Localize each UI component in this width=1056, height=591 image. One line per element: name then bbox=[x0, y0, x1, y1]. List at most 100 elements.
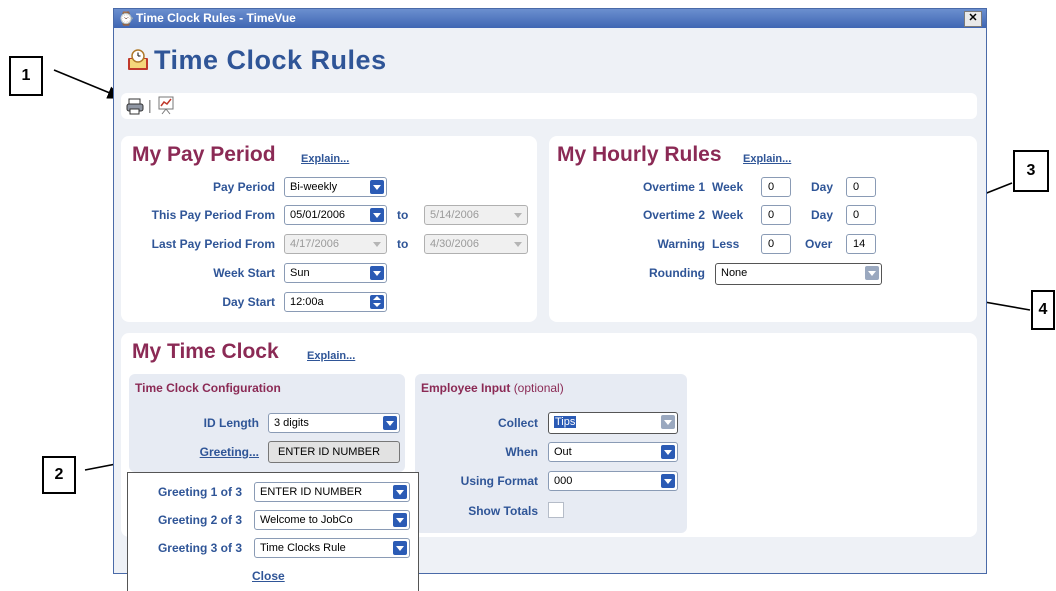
ot2-day-input[interactable]: 0 bbox=[846, 205, 876, 225]
greeting-2-value: Welcome to JobCo bbox=[260, 514, 353, 526]
id-length-value: 3 digits bbox=[274, 417, 309, 429]
rounding-select[interactable]: None bbox=[715, 263, 882, 285]
ot1-day-value: 0 bbox=[853, 181, 860, 193]
this-period-to-select: 5/14/2006 bbox=[424, 205, 528, 225]
ot1-day-label: Day bbox=[811, 180, 834, 194]
greeting-3-select[interactable]: Time Clocks Rule bbox=[254, 538, 410, 558]
chevron-down-icon[interactable] bbox=[370, 180, 384, 194]
id-length-select[interactable]: 3 digits bbox=[268, 413, 400, 433]
chevron-down-icon[interactable] bbox=[383, 416, 397, 430]
callout-4: 4 bbox=[1031, 290, 1055, 330]
when-label: When bbox=[505, 445, 538, 459]
window-title: Time Clock Rules - TimeVue bbox=[136, 11, 296, 25]
greeting-1-select[interactable]: ENTER ID NUMBER bbox=[254, 482, 410, 502]
employee-input-header: Employee Input (optional) bbox=[421, 381, 564, 395]
when-select[interactable]: Out bbox=[548, 442, 678, 462]
greeting-1-label: Greeting 1 of 3 bbox=[157, 485, 242, 499]
ot1-day-input[interactable]: 0 bbox=[846, 177, 876, 197]
greeting-popup: Greeting 1 of 3 ENTER ID NUMBER Greeting… bbox=[127, 472, 419, 591]
ot2-week-value: 0 bbox=[768, 209, 775, 221]
warning-label: Warning bbox=[657, 237, 705, 251]
day-start-value: 12:00a bbox=[290, 296, 324, 308]
chevron-down-icon[interactable] bbox=[393, 513, 407, 527]
day-start-label: Day Start bbox=[222, 295, 275, 309]
ot1-week-label: Week bbox=[712, 180, 744, 194]
spinner-arrows-icon[interactable] bbox=[370, 295, 384, 309]
week-start-label: Week Start bbox=[213, 266, 275, 280]
toolbar: | bbox=[121, 93, 977, 119]
id-length-label: ID Length bbox=[203, 416, 259, 430]
collect-select[interactable]: Tips bbox=[548, 412, 678, 434]
chevron-down-icon[interactable] bbox=[370, 266, 384, 280]
show-totals-checkbox[interactable] bbox=[548, 502, 564, 518]
overtime-1-label: Overtime 1 bbox=[642, 180, 705, 194]
show-totals-label: Show Totals bbox=[468, 504, 538, 518]
pay-period-label: Pay Period bbox=[212, 180, 275, 194]
pay-period-select[interactable]: Bi-weekly bbox=[284, 177, 387, 197]
pay-period-value: Bi-weekly bbox=[290, 181, 338, 193]
chevron-down-icon[interactable] bbox=[661, 474, 675, 488]
ot2-week-label: Week bbox=[712, 208, 744, 222]
using-format-value: 000 bbox=[554, 475, 573, 487]
ot2-week-input[interactable]: 0 bbox=[761, 205, 791, 225]
time-clock-explain-link[interactable]: Explain... bbox=[307, 350, 355, 362]
chevron-down-icon bbox=[370, 237, 384, 251]
chevron-down-icon bbox=[511, 237, 525, 251]
hourly-rules-title: My Hourly Rules bbox=[557, 143, 722, 166]
hourly-rules-panel: My Hourly Rules Explain... Overtime 1 We… bbox=[549, 136, 977, 322]
chevron-down-icon[interactable] bbox=[393, 485, 407, 499]
callout-1: 1 bbox=[9, 56, 43, 96]
week-start-value: Sun bbox=[290, 267, 310, 279]
clock-app-icon: ⌚ bbox=[118, 11, 135, 26]
page-title: Time Clock Rules bbox=[154, 45, 387, 75]
pay-period-panel: My Pay Period Explain... Pay Period Bi-w… bbox=[121, 136, 537, 322]
time-clock-book-icon bbox=[128, 49, 148, 70]
this-period-to-value: 5/14/2006 bbox=[430, 209, 479, 221]
greeting-link[interactable]: Greeting... bbox=[149, 445, 259, 459]
hourly-rules-explain-link[interactable]: Explain... bbox=[743, 153, 791, 165]
config-title: Time Clock Configuration bbox=[135, 381, 281, 395]
greeting-close-link[interactable]: Close bbox=[252, 569, 285, 583]
last-period-from-select: 4/17/2006 bbox=[284, 234, 387, 254]
ot1-week-input[interactable]: 0 bbox=[761, 177, 791, 197]
chevron-down-icon[interactable] bbox=[661, 415, 675, 429]
chevron-down-icon[interactable] bbox=[393, 541, 407, 555]
toolbar-separator: | bbox=[148, 97, 152, 113]
overtime-2-label: Overtime 2 bbox=[642, 208, 705, 222]
last-period-to-select: 4/30/2006 bbox=[424, 234, 528, 254]
using-format-select[interactable]: 000 bbox=[548, 471, 678, 491]
warning-less-value: 0 bbox=[768, 238, 775, 250]
rounding-value: None bbox=[721, 267, 748, 279]
arrow-1 bbox=[53, 69, 124, 99]
collect-value: Tips bbox=[554, 416, 577, 428]
this-period-from-select[interactable]: 05/01/2006 bbox=[284, 205, 387, 225]
chart-icon[interactable] bbox=[158, 96, 176, 115]
day-start-spinner[interactable]: 12:00a bbox=[284, 292, 387, 312]
ot1-week-value: 0 bbox=[768, 181, 775, 193]
title-bar: ⌚ Time Clock Rules - TimeVue ✕ bbox=[114, 9, 986, 28]
last-period-from-value: 4/17/2006 bbox=[290, 238, 339, 250]
rounding-label: Rounding bbox=[649, 266, 705, 280]
to-label: to bbox=[397, 208, 409, 222]
warning-less-label: Less bbox=[712, 237, 740, 251]
chevron-down-icon[interactable] bbox=[865, 266, 879, 280]
callout-2: 2 bbox=[42, 456, 76, 494]
greeting-2-label: Greeting 2 of 3 bbox=[157, 513, 242, 527]
greeting-2-select[interactable]: Welcome to JobCo bbox=[254, 510, 410, 530]
close-button[interactable]: ✕ bbox=[964, 11, 982, 27]
greeting-3-label: Greeting 3 of 3 bbox=[157, 541, 242, 555]
chevron-down-icon bbox=[511, 208, 525, 222]
warning-over-input[interactable]: 14 bbox=[846, 234, 876, 254]
when-value: Out bbox=[554, 446, 572, 458]
chevron-down-icon[interactable] bbox=[370, 208, 384, 222]
week-start-select[interactable]: Sun bbox=[284, 263, 387, 283]
chevron-down-icon[interactable] bbox=[661, 445, 675, 459]
warning-over-value: 14 bbox=[853, 238, 866, 250]
to-label-2: to bbox=[397, 237, 409, 251]
ot2-day-value: 0 bbox=[853, 209, 860, 221]
warning-less-input[interactable]: 0 bbox=[761, 234, 791, 254]
greeting-value: ENTER ID NUMBER bbox=[278, 446, 381, 458]
pay-period-explain-link[interactable]: Explain... bbox=[301, 153, 349, 165]
greeting-1-value: ENTER ID NUMBER bbox=[260, 486, 363, 498]
printer-icon[interactable] bbox=[126, 97, 144, 115]
